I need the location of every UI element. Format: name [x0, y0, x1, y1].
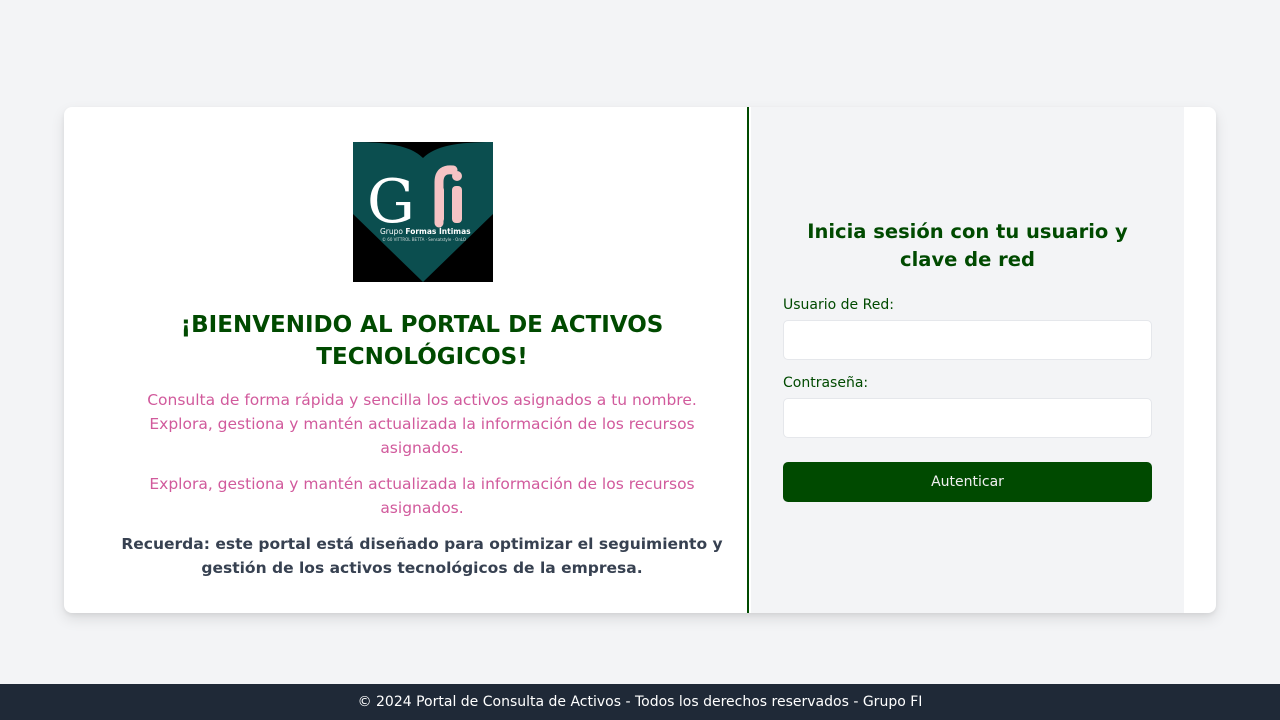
welcome-description: Consulta de forma rápida y sencilla los … — [147, 391, 697, 457]
login-title: Inicia sesión con tu usuario y clave de … — [807, 220, 1128, 271]
password-label: Contraseña: — [783, 375, 869, 391]
login-panel: Inicia sesión con tu usuario y clave de … — [751, 107, 1184, 613]
password-input[interactable] — [783, 398, 1152, 438]
welcome-panel: G Grupo Formas Íntimas © 60 VITTROL BETT… — [64, 107, 749, 613]
authenticate-button[interactable]: Autenticar — [783, 462, 1152, 502]
welcome-description-secondary: Explora, gestiona y mantén actualizada l… — [149, 475, 695, 517]
username-input[interactable] — [783, 320, 1152, 360]
login-card: G Grupo Formas Íntimas © 60 VITTROL BETT… — [64, 107, 1216, 613]
gfi-heart-logo-icon: G Grupo Formas Íntimas © 60 VITTROL BETT… — [353, 142, 493, 282]
svg-text:Grupo Formas Íntimas: Grupo Formas Íntimas — [380, 227, 471, 236]
username-label: Usuario de Red: — [783, 297, 894, 313]
footer: © 2024 Portal de Consulta de Activos - T… — [0, 684, 1280, 720]
svg-text:© 60 VITTROL BETTA · Sensatsty: © 60 VITTROL BETTA · Sensatstyle · OnLO — [382, 237, 466, 242]
reminder-text: Recuerda: este portal está diseñado para… — [121, 535, 723, 577]
welcome-title: ¡BIENVENIDO AL PORTAL DE ACTIVOS TECNOLÓ… — [180, 312, 664, 370]
